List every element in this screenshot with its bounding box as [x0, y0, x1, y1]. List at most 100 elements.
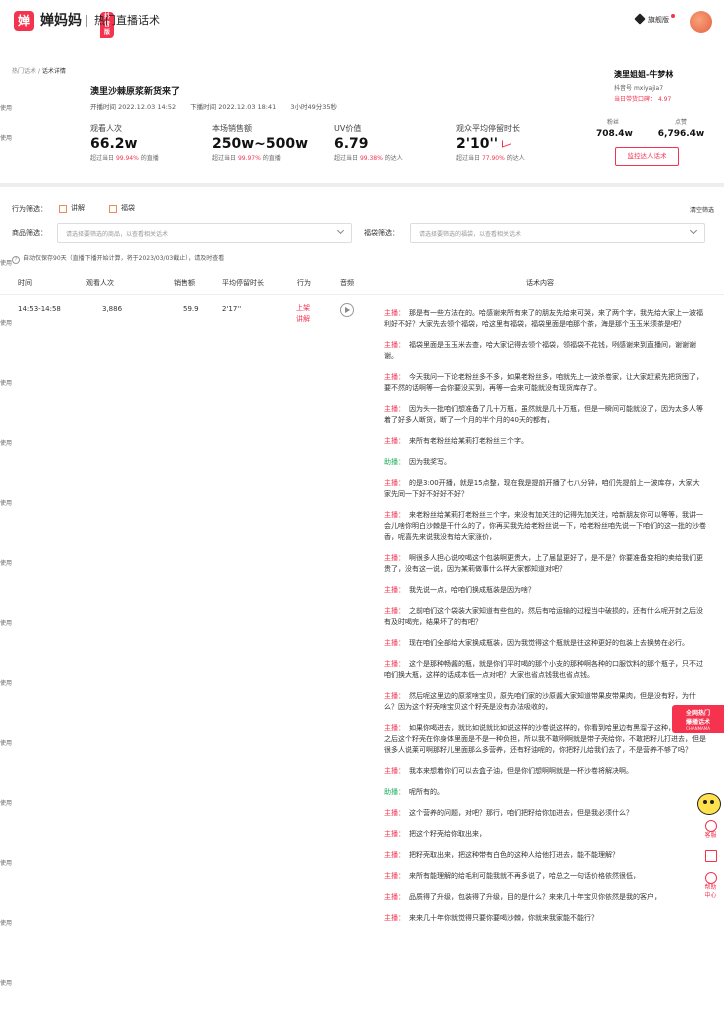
speaker-host: 主播： — [384, 692, 405, 700]
left-edge-text: 使用 — [0, 500, 13, 507]
trend-chart-icon[interactable] — [502, 137, 512, 148]
bag-select-placeholder: 请选择要筛选的福袋，以查看相关话术 — [419, 231, 522, 238]
checkbox-lucky-bag[interactable] — [109, 205, 117, 213]
column-header-audio: 音频 — [340, 279, 354, 287]
script-line: 主播： 那是有一些方法在的。哈感谢来所有来了的朋友先给来可哭，来了两个字，我先给大… — [384, 308, 706, 330]
fans-stat: 粉丝 708.4w — [596, 117, 633, 139]
promo-line-1: 全网热门 — [685, 710, 710, 717]
speaker-host: 主播： — [384, 724, 405, 732]
qr-code-button[interactable] — [697, 850, 724, 862]
row-sales: 59.9 — [183, 305, 199, 313]
checkbox-explain[interactable] — [59, 205, 67, 213]
breadcrumb-current: 话术详情 — [41, 68, 66, 75]
breadcrumb-separator: / — [37, 68, 40, 75]
script-line: 主播： 把籽壳取出来，把这种带有白色的这种人给他打进去，能不能理解？ — [384, 850, 706, 861]
action-listing[interactable]: 上架 — [296, 303, 310, 314]
speaker-host: 主播： — [384, 309, 405, 317]
customer-service-button[interactable]: 客服 — [697, 820, 724, 840]
metric-label: 观众平均停留时长 — [456, 124, 520, 133]
speaker-assistant: 助播： — [384, 458, 405, 466]
promo-banner[interactable]: 全网热门 爆播话术 CHANMAMA — [672, 705, 724, 733]
script-line: 助播： 因为我奖写。 — [384, 457, 706, 468]
play-audio-icon[interactable] — [340, 303, 354, 317]
user-avatar[interactable] — [690, 11, 712, 33]
speaker-host: 主播： — [384, 607, 405, 615]
logo-icon[interactable]: 婵 — [14, 11, 34, 31]
compare-prefix: 超过当日 — [334, 155, 359, 162]
speaker-host: 主播： — [384, 373, 405, 381]
fans-value: 708.4w — [596, 129, 633, 139]
streamer-rating: 当日带货口碑： 4.97 — [614, 94, 673, 103]
left-edge-text: 使用 — [0, 980, 13, 987]
script-line-text: 的是3:00开播，就是15点整，现在我是提前开播了七八分钟，咱们先提前上一波库存… — [384, 479, 700, 498]
mascot-icon[interactable] — [697, 793, 721, 815]
speaker-host: 主播： — [384, 479, 405, 487]
metric-value: 2'10'' — [456, 136, 499, 152]
speaker-host: 主播： — [384, 554, 405, 562]
monitor-script-button[interactable]: 监控达人话术 — [615, 147, 679, 166]
compare-percent: 99.94% — [115, 155, 139, 162]
brand-text: 婵妈妈 — [40, 13, 82, 29]
row-views: 3,886 — [102, 305, 123, 313]
promo-line-2: 爆播话术 — [685, 719, 710, 726]
product-subtitle[interactable]: 热门直播话术 — [94, 12, 160, 30]
notice-text: 自动仅保存90天（直播下播开始计算，将于2023/03/03截止），请及时查看 — [23, 255, 225, 262]
rating-value: 4.97 — [657, 96, 672, 103]
left-edge-text: 使用 — [0, 105, 13, 112]
checkbox-explain-label[interactable]: 讲解 — [71, 203, 85, 213]
clear-filters-link[interactable]: 清空筛选 — [690, 205, 714, 214]
metric-avg-stay: 观众平均停留时长 2'10'' 超过当日 77.90% 的达人 — [456, 123, 525, 162]
column-header-script: 话术内容 — [526, 279, 554, 287]
metric-sales: 本场销售额 250w~500w 超过当日 99.97% 的直播 — [212, 123, 308, 162]
speaker-host: 主播： — [384, 914, 405, 922]
column-header-action: 行为 — [297, 279, 311, 287]
account-id: mxiyajia7 — [633, 85, 664, 92]
script-line: 主播： 品质得了升级，包装得了升级，目的是什么？来来几十年宝贝你依然是我的客户， — [384, 892, 706, 903]
script-line-text: 福袋里面是玉玉米去查，哈大家记得去领个福袋，领福袋不花钱，咧感谢来到直播间，谢谢… — [384, 341, 696, 360]
script-line-text: 来老粉丝给某莉打老粉丝三个字，来没有加关注的记得先加关注，哈新朋友你可以等等，我… — [384, 511, 706, 541]
section-divider — [0, 183, 724, 187]
question-icon: ? — [12, 256, 20, 264]
script-line: 主播： 之前咱们这个袋装大家知道有些包的，然后有哈运输的过程当中破损的，还有什么呢… — [384, 606, 706, 628]
script-line-text: 这个营养的问题，对吧？那行，咱们把籽给你加进去，但是我必须什么？ — [409, 809, 633, 817]
metric-compare: 超过当日 77.90% 的达人 — [456, 153, 525, 162]
left-edge-text: 使用 — [0, 440, 13, 447]
speaker-host: 主播： — [384, 851, 405, 859]
likes-stat: 点赞 6,796.4w — [655, 117, 707, 139]
column-header-sales: 销售额 — [174, 279, 195, 287]
product-select-placeholder: 请选择要筛选的商品，以查看相关话术 — [66, 231, 169, 238]
script-line-text: 来所有能理解的给毛利可能我就不再多说了，哈总之一句话价格依然很低， — [409, 872, 640, 880]
brand-divider — [86, 15, 87, 27]
action-explain[interactable]: 讲解 — [296, 314, 310, 325]
compare-percent: 99.97% — [237, 155, 261, 162]
help-center-label: 帮助中心 — [704, 884, 717, 899]
left-edge-text: 使用 — [0, 135, 13, 142]
metric-value: 250w~500w — [212, 136, 309, 152]
end-time-value: 2022.12.03 18:41 — [218, 103, 277, 111]
live-times: 开播时间 2022.12.03 14:52 下播时间 2022.12.03 18… — [90, 101, 349, 111]
left-edge-text: 使用 — [0, 320, 13, 327]
compare-prefix: 超过当日 — [90, 155, 115, 162]
chevron-down-icon — [689, 226, 698, 235]
script-line: 主播： 来来几十年你就觉得只要你要喝沙棘，你就来我家能不能行？ — [384, 913, 706, 924]
script-line: 主播： 把这个籽壳给你取出来， — [384, 829, 706, 840]
script-line: 主播： 福袋里面是玉玉米去查，哈大家记得去领个福袋，领福袋不花钱，咧感谢来到直播间… — [384, 340, 706, 362]
breadcrumb-parent[interactable]: 热门话术 — [12, 68, 36, 75]
product-select[interactable]: 请选择要筛选的商品，以查看相关话术 — [57, 223, 352, 243]
help-center-button[interactable]: 帮助中心 — [697, 872, 724, 900]
bag-select[interactable]: 请选择要筛选的福袋，以查看相关话术 — [410, 223, 705, 243]
brand-name[interactable]: 婵妈妈 抖音版 — [40, 11, 115, 38]
script-line-text: 把籽壳取出来，把这种带有白色的这种人给他打进去，能不能理解？ — [409, 851, 619, 859]
vip-label: 旗舰版 — [648, 16, 669, 24]
script-line: 主播： 啊很多人担心说咬喝这个包装啊更贵大，上了届鼠更好了，是不是？你要准备变相的… — [384, 553, 706, 575]
streamer-name[interactable]: 澳里姐姐-牛梦林 — [614, 69, 673, 80]
script-line-text: 之前咱们这个袋装大家知道有些包的，然后有哈运输的过程当中破损的，还有什么呢开封之… — [384, 607, 703, 626]
metric-value: 66.2w — [90, 136, 138, 152]
checkbox-lucky-bag-label[interactable]: 福袋 — [121, 203, 135, 213]
breadcrumb: 热门话术 / 话术详情 — [12, 66, 66, 75]
vip-badge[interactable]: 旗舰版 — [634, 13, 675, 26]
speaker-host: 主播： — [384, 660, 405, 668]
product-filter-label: 商品筛选： — [12, 229, 47, 237]
metric-compare: 超过当日 99.94% 的直播 — [90, 153, 159, 162]
notification-dot — [671, 14, 675, 18]
